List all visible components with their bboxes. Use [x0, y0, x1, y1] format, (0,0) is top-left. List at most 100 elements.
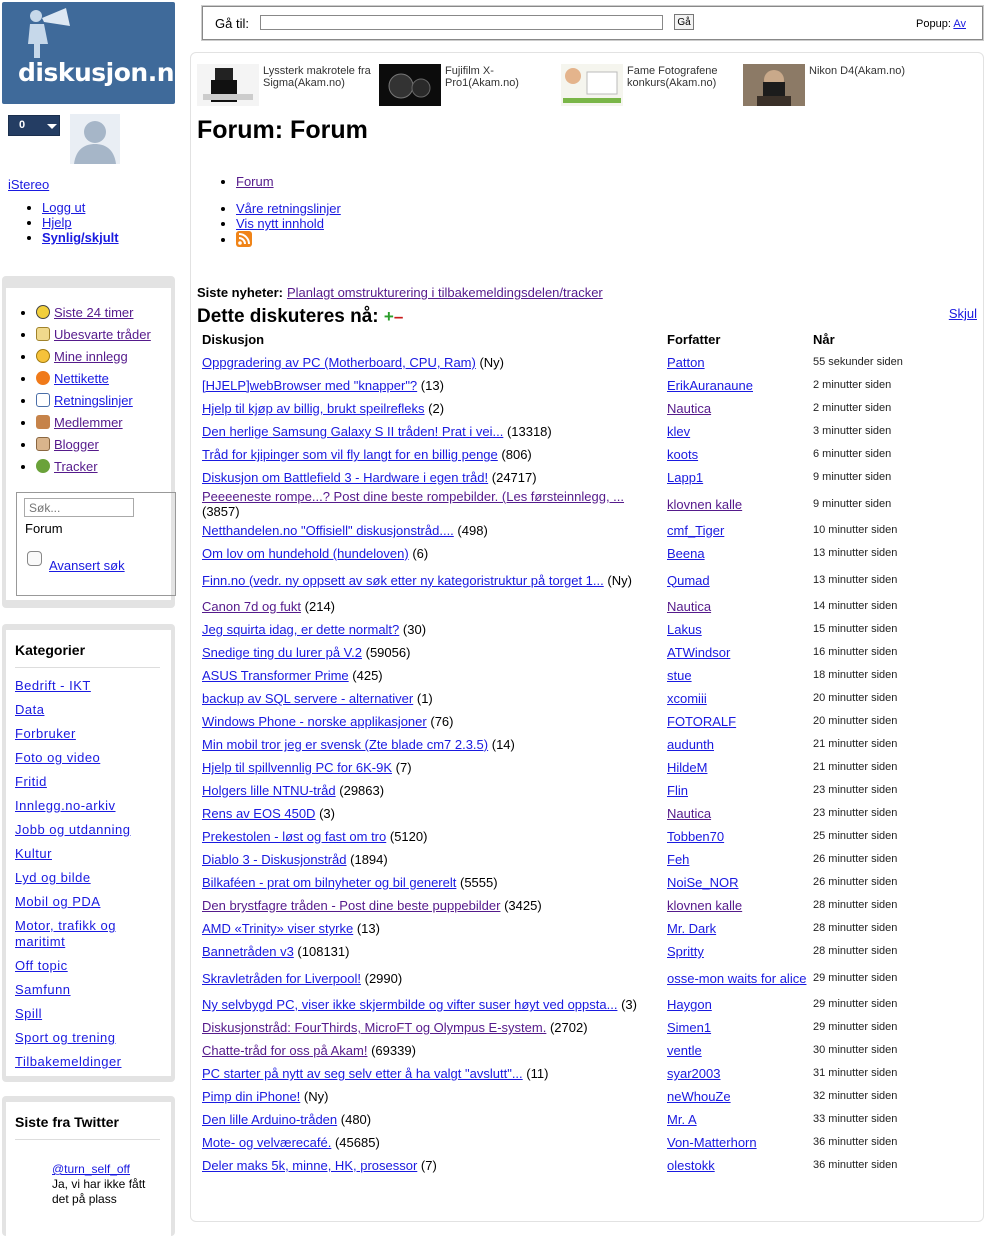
promo-title[interactable]: Nikon D4(Akam.no)	[809, 65, 921, 77]
breadcrumb-forum-link[interactable]: Forum	[236, 174, 274, 189]
popup-toggle-link[interactable]: Av	[953, 18, 966, 30]
tweet-handle-link[interactable]: @turn_self_off	[52, 1162, 130, 1176]
category-link[interactable]: Off topic	[15, 958, 68, 973]
thread-title-link[interactable]: Pimp din iPhone!	[202, 1089, 300, 1104]
category-link[interactable]: Kultur	[15, 846, 52, 861]
thread-title-link[interactable]: Prekestolen - løst og fast om tro	[202, 829, 386, 844]
goto-button[interactable]: Gå	[674, 14, 694, 30]
thread-title-link[interactable]: PC starter på nytt av seg selv etter å h…	[202, 1066, 523, 1081]
username-link[interactable]: iStereo	[8, 177, 49, 192]
thread-author-link[interactable]: Nautica	[667, 806, 711, 821]
category-link[interactable]: Sport og trening	[15, 1030, 116, 1045]
category-link[interactable]: Spill	[15, 1006, 42, 1021]
thread-title-link[interactable]: Jeg squirta idag, er dette normalt?	[202, 622, 399, 637]
advanced-search-checkbox[interactable]	[27, 551, 42, 566]
promo-title[interactable]: Lyssterk makrotele fra Sigma(Akam.no)	[263, 65, 375, 89]
thread-title-link[interactable]: Om lov om hundehold (hundeloven)	[202, 546, 409, 561]
thread-title-link[interactable]: Min mobil tror jeg er svensk (Zte blade …	[202, 737, 488, 752]
thread-author-link[interactable]: cmf_Tiger	[667, 523, 724, 538]
category-link[interactable]: Lyd og bilde	[15, 870, 91, 885]
search-input[interactable]	[24, 498, 134, 517]
expand-icon[interactable]: +	[384, 307, 394, 326]
thread-title-link[interactable]: Bilkaféen - prat om bilnyheter og bil ge…	[202, 875, 456, 890]
promo-title[interactable]: Fame Fotografene konkurs(Akam.no)	[627, 65, 739, 89]
thread-author-link[interactable]: olestokk	[667, 1158, 715, 1173]
advanced-search-link[interactable]: Avansert søk	[49, 558, 125, 573]
promo-thumbnail[interactable]	[197, 64, 259, 106]
nav-link-members[interactable]: Medlemmer	[54, 415, 123, 430]
category-link[interactable]: Forbruker	[15, 726, 76, 741]
category-link[interactable]: Motor, trafikk og maritimt	[15, 918, 116, 949]
category-link[interactable]: Foto og video	[15, 750, 100, 765]
thread-title-link[interactable]: Finn.no (vedr. ny oppsett av søk etter n…	[202, 573, 604, 588]
thread-title-link[interactable]: Holgers lille NTNU-tråd	[202, 783, 336, 798]
thread-author-link[interactable]: HildeM	[667, 760, 707, 775]
avatar[interactable]	[70, 114, 120, 164]
thread-author-link[interactable]: Von-Matterhorn	[667, 1135, 757, 1150]
thread-title-link[interactable]: Ny selvbygd PC, viser ikke skjermbilde o…	[202, 997, 617, 1012]
thread-author-link[interactable]: Lakus	[667, 622, 702, 637]
thread-title-link[interactable]: Windows Phone - norske applikasjoner	[202, 714, 427, 729]
thread-author-link[interactable]: osse-mon waits for alice	[667, 971, 806, 986]
thread-title-link[interactable]: AMD «Trinity» viser styrke	[202, 921, 353, 936]
promo-title[interactable]: Fujifilm X-Pro1(Akam.no)	[445, 65, 557, 89]
promo-thumbnail[interactable]	[561, 64, 623, 106]
thread-title-link[interactable]: Netthandelen.no "Offisiell" diskusjonstr…	[202, 523, 454, 538]
thread-title-link[interactable]: Chatte-tråd for oss på Akam!	[202, 1043, 367, 1058]
category-link[interactable]: Innlegg.no-arkiv	[15, 798, 116, 813]
thread-author-link[interactable]: audunth	[667, 737, 714, 752]
promo-item[interactable]: Fujifilm X-Pro1(Akam.no)	[379, 64, 559, 108]
category-link[interactable]: Jobb og utdanning	[15, 822, 130, 837]
nav-link-my-posts[interactable]: Mine innlegg	[54, 349, 128, 364]
logout-link[interactable]: Logg ut	[42, 200, 85, 215]
thread-title-link[interactable]: [HJELP]webBrowser med "knapper"?	[202, 378, 417, 393]
nav-link-guidelines[interactable]: Retningslinjer	[54, 393, 133, 408]
thread-title-link[interactable]: Deler maks 5k, minne, HK, prosessor	[202, 1158, 417, 1173]
nav-link-last-24h[interactable]: Siste 24 timer	[54, 305, 133, 320]
thread-title-link[interactable]: Diablo 3 - Diskusjonstråd	[202, 852, 347, 867]
new-content-link[interactable]: Vis nytt innhold	[236, 216, 324, 231]
thread-author-link[interactable]: Lapp1	[667, 470, 703, 485]
thread-title-link[interactable]: Den brystfagre tråden - Post dine beste …	[202, 898, 500, 913]
notification-badge[interactable]: 0	[8, 115, 60, 136]
thread-title-link[interactable]: Den herlige Samsung Galaxy S II tråden! …	[202, 424, 503, 439]
thread-author-link[interactable]: FOTORALF	[667, 714, 736, 729]
visibility-toggle-link[interactable]: Synlig/skjult	[42, 230, 119, 245]
thread-author-link[interactable]: Nautica	[667, 401, 711, 416]
thread-author-link[interactable]: ErikAuranaune	[667, 378, 753, 393]
thread-author-link[interactable]: Nautica	[667, 599, 711, 614]
thread-author-link[interactable]: neWhouZe	[667, 1089, 731, 1104]
thread-title-link[interactable]: Peeeeneste rompe...? Post dine beste rom…	[202, 489, 624, 504]
thread-author-link[interactable]: Haygon	[667, 997, 712, 1012]
thread-author-link[interactable]: klovnen kalle	[667, 497, 742, 512]
thread-author-link[interactable]: syar2003	[667, 1066, 720, 1081]
thread-title-link[interactable]: Hjelp til spillvennlig PC for 6K-9K	[202, 760, 392, 775]
promo-item[interactable]: Fame Fotografene konkurs(Akam.no)	[561, 64, 741, 108]
thread-author-link[interactable]: Simen1	[667, 1020, 711, 1035]
guidelines-link[interactable]: Våre retningslinjer	[236, 201, 341, 216]
nav-link-unanswered[interactable]: Ubesvarte tråder	[54, 327, 151, 342]
thread-author-link[interactable]: Tobben70	[667, 829, 724, 844]
thread-title-link[interactable]: Rens av EOS 450D	[202, 806, 315, 821]
thread-author-link[interactable]: klev	[667, 424, 690, 439]
thread-author-link[interactable]: klovnen kalle	[667, 898, 742, 913]
thread-title-link[interactable]: Diskusjon om Battlefield 3 - Hardware i …	[202, 470, 488, 485]
thread-author-link[interactable]: Spritty	[667, 944, 704, 959]
promo-item[interactable]: Lyssterk makrotele fra Sigma(Akam.no)	[197, 64, 377, 108]
thread-title-link[interactable]: Den lille Arduino-tråden	[202, 1112, 337, 1127]
thread-author-link[interactable]: Patton	[667, 355, 705, 370]
help-link[interactable]: Hjelp	[42, 215, 72, 230]
thread-author-link[interactable]: NoiSe_NOR	[667, 875, 739, 890]
thread-title-link[interactable]: Oppgradering av PC (Motherboard, CPU, Ra…	[202, 355, 476, 370]
nav-link-blogs[interactable]: Blogger	[54, 437, 99, 452]
thread-author-link[interactable]: stue	[667, 668, 692, 683]
category-link[interactable]: Mobil og PDA	[15, 894, 100, 909]
nav-link-tracker[interactable]: Tracker	[54, 459, 98, 474]
promo-item[interactable]: Nikon D4(Akam.no)	[743, 64, 923, 108]
thread-title-link[interactable]: Skravletråden for Liverpool!	[202, 971, 361, 986]
collapse-icon[interactable]: –	[394, 307, 403, 326]
thread-title-link[interactable]: Diskusjonstråd: FourThirds, MicroFT og O…	[202, 1020, 546, 1035]
thread-title-link[interactable]: backup av SQL servere - alternativer	[202, 691, 413, 706]
thread-author-link[interactable]: ventle	[667, 1043, 702, 1058]
thread-author-link[interactable]: Mr. A	[667, 1112, 697, 1127]
